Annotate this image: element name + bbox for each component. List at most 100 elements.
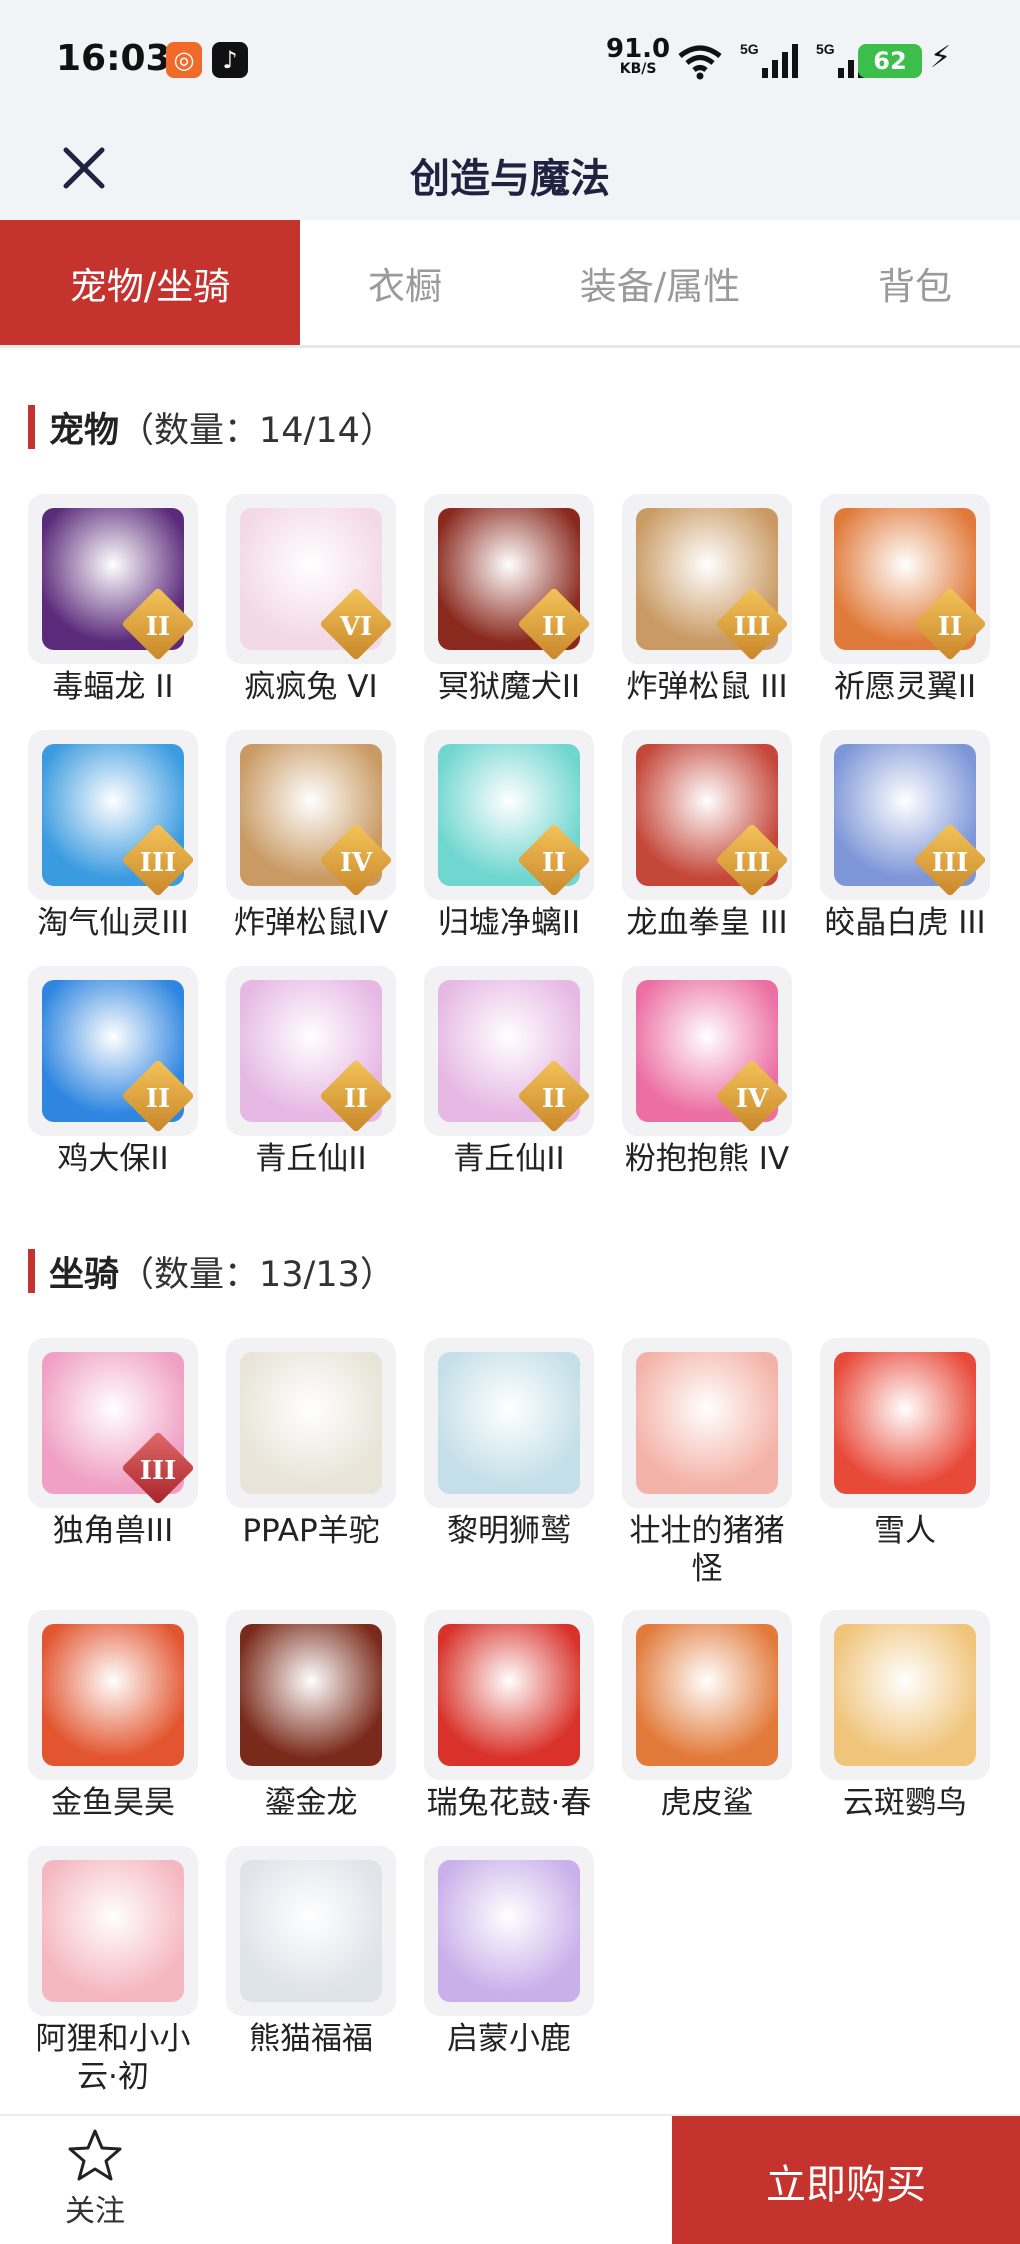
charging-icon: ⚡ [930, 40, 952, 75]
kuaishou-app-icon: ◎ [166, 42, 202, 78]
mount-thumbnail [424, 1610, 594, 1780]
battery-icon: 62 [858, 44, 922, 78]
pet-name: 毒蝠龙 II [52, 669, 174, 705]
tier-label: III [733, 848, 771, 878]
tier-label: IV [735, 1084, 769, 1114]
mount-item[interactable]: 瑞兔花鼓·春 [420, 1610, 598, 1822]
mount-thumbnail [622, 1610, 792, 1780]
pet-thumbnail: II [424, 494, 594, 664]
pet-thumbnail: III [28, 730, 198, 900]
mount-name: 熊猫福福 [249, 2021, 373, 2057]
tab-bar: 宠物/坐骑 衣橱 装备/属性 背包 [0, 220, 1020, 348]
mount-item[interactable]: 鎏金龙 [222, 1610, 400, 1822]
mount-item[interactable]: 启蒙小鹿 [420, 1846, 598, 2058]
mount-thumbnail [226, 1846, 396, 2016]
mount-thumbnail [622, 1338, 792, 1508]
tier-label: II [343, 1084, 369, 1114]
pet-item[interactable]: II 青丘仙II [420, 966, 598, 1178]
tier-label: II [937, 612, 963, 642]
mount-image [240, 1352, 382, 1494]
tab-backpack[interactable]: 背包 [810, 220, 1020, 345]
pet-name: 青丘仙II [453, 1141, 565, 1177]
mount-image [438, 1624, 580, 1766]
mount-item[interactable]: 阿狸和小小云·初 [24, 1846, 202, 2096]
pet-name: 淘气仙灵III [37, 905, 189, 941]
mount-name: 虎皮鲨 [660, 1785, 754, 1821]
follow-button[interactable]: 关注 [40, 2126, 150, 2236]
tab-pets-mounts[interactable]: 宠物/坐骑 [0, 220, 300, 345]
pet-thumbnail: II [28, 494, 198, 664]
mount-image [834, 1352, 976, 1494]
svg-text:5G: 5G [740, 41, 759, 57]
tier-label: III [139, 1456, 177, 1486]
tier-label: III [139, 848, 177, 878]
tier-label: III [931, 848, 969, 878]
pet-item[interactable]: IV 炸弹松鼠IV [222, 730, 400, 942]
follow-label: 关注 [65, 2194, 125, 2229]
tab-equipment[interactable]: 装备/属性 [510, 220, 810, 345]
pet-item[interactable]: II 青丘仙II [222, 966, 400, 1178]
mount-thumbnail [28, 1610, 198, 1780]
douyin-app-icon: ♪ [212, 42, 248, 78]
pet-item[interactable]: III 皎晶白虎 III [816, 730, 994, 942]
title-bar: 创造与魔法 [0, 120, 1020, 220]
pet-item[interactable]: II 毒蝠龙 II [24, 494, 202, 706]
pet-name: 龙血拳皇 III [626, 905, 788, 941]
pets-section-title: 宠物 （数量：14/14） [28, 402, 395, 452]
net-speed: 91.0 KB/S [606, 34, 671, 77]
mounts-section-title: 坐骑 （数量：13/13） [28, 1246, 395, 1296]
mount-item[interactable]: 熊猫福福 [222, 1846, 400, 2058]
mount-image [636, 1624, 778, 1766]
pet-thumbnail: II [424, 730, 594, 900]
mount-item[interactable]: 壮壮的猪猪怪 [618, 1338, 796, 1588]
pet-thumbnail: IV [622, 966, 792, 1136]
pet-item[interactable]: III 炸弹松鼠 III [618, 494, 796, 706]
pet-item[interactable]: II 鸡大保II [24, 966, 202, 1178]
mount-name: 鎏金龙 [264, 1785, 358, 1821]
mount-image [42, 1860, 184, 2002]
tier-label: II [541, 612, 567, 642]
pet-item[interactable]: III 淘气仙灵III [24, 730, 202, 942]
mount-item[interactable]: 黎明狮鹫 [420, 1338, 598, 1550]
mount-item[interactable]: 雪人 [816, 1338, 994, 1550]
tab-wardrobe[interactable]: 衣橱 [300, 220, 510, 345]
pet-item[interactable]: III 龙血拳皇 III [618, 730, 796, 942]
tier-label: VI [339, 612, 373, 642]
mount-item[interactable]: 云斑鹦鸟 [816, 1610, 994, 1822]
svg-text:5G: 5G [816, 41, 835, 57]
pet-thumbnail: III [820, 730, 990, 900]
pet-thumbnail: II [28, 966, 198, 1136]
mount-image [240, 1624, 382, 1766]
pet-thumbnail: VI [226, 494, 396, 664]
mount-thumbnail: III [28, 1338, 198, 1508]
pet-item[interactable]: VI 疯疯兔 VI [222, 494, 400, 706]
pet-name: 青丘仙II [255, 1141, 367, 1177]
pet-thumbnail: III [622, 494, 792, 664]
mount-thumbnail [226, 1610, 396, 1780]
wifi-icon [678, 45, 722, 80]
pet-name: 归墟净螭II [437, 905, 581, 941]
pet-name: 粉抱抱熊 IV [624, 1141, 790, 1177]
pet-thumbnail: II [226, 966, 396, 1136]
pet-name: 疯疯兔 VI [244, 669, 378, 705]
mount-thumbnail [820, 1610, 990, 1780]
mount-name: 阿狸和小小云·初 [35, 2021, 191, 2095]
mount-name: 瑞兔花鼓·春 [426, 1785, 592, 1821]
tier-label: II [145, 1084, 171, 1114]
tier-label: II [541, 848, 567, 878]
mount-item[interactable]: 虎皮鲨 [618, 1610, 796, 1822]
pet-thumbnail: II [820, 494, 990, 664]
pet-item[interactable]: IV 粉抱抱熊 IV [618, 966, 796, 1178]
pet-thumbnail: IV [226, 730, 396, 900]
pet-item[interactable]: II 归墟净螭II [420, 730, 598, 942]
bottom-bar: 关注 立即购买 [0, 2114, 1020, 2244]
buy-now-button[interactable]: 立即购买 [672, 2116, 1020, 2244]
pet-item[interactable]: II 冥狱魔犬II [420, 494, 598, 706]
mount-item[interactable]: PPAP羊驼 [222, 1338, 400, 1550]
mount-item[interactable]: 金鱼昊昊 [24, 1610, 202, 1822]
mount-item[interactable]: III 独角兽III [24, 1338, 202, 1550]
pet-name: 祈愿灵翼II [833, 669, 977, 705]
pet-name: 鸡大保II [57, 1141, 169, 1177]
pet-item[interactable]: II 祈愿灵翼II [816, 494, 994, 706]
mount-image [42, 1624, 184, 1766]
